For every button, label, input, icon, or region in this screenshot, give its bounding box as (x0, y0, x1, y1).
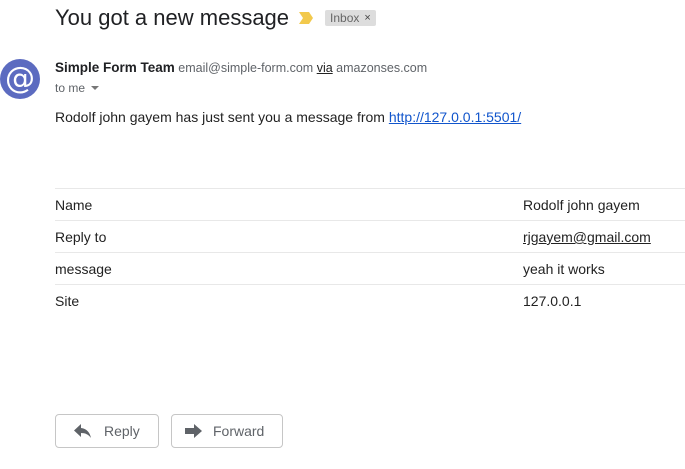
remove-label-button[interactable]: × (364, 12, 370, 24)
chevron-down-icon (91, 86, 100, 90)
sender-name: Simple Form Team (55, 60, 175, 75)
field-label: Name (55, 197, 93, 213)
intro-link[interactable]: http://127.0.0.1:5501/ (389, 109, 521, 125)
form-fields-table: Name Rodolf john gayem Reply to rjgayem@… (55, 188, 685, 316)
reply-label: Reply (104, 423, 140, 439)
sender-row: Simple Form Team email@simple-form.com v… (55, 60, 427, 75)
field-label: message (55, 261, 112, 277)
table-row: Name Rodolf john gayem (55, 189, 685, 221)
via-link[interactable]: via (317, 61, 333, 75)
field-value: yeah it works (523, 261, 605, 277)
avatar: @ (0, 59, 40, 99)
subject-row: You got a new message Inbox × (55, 3, 376, 33)
reply-to-email-link[interactable]: rjgayem@gmail.com (523, 229, 651, 245)
email-intro: Rodolf john gayem has just sent you a me… (55, 109, 521, 125)
intro-text: Rodolf john gayem has just sent you a me… (55, 109, 389, 125)
label-chip-text: Inbox (330, 11, 360, 25)
table-row: Reply to rjgayem@gmail.com (55, 221, 685, 253)
field-value: 127.0.0.1 (523, 293, 582, 309)
recipient-label: to me (55, 81, 86, 95)
table-row: message yeah it works (55, 253, 685, 285)
field-label: Reply to (55, 229, 107, 245)
recipient-details-toggle[interactable]: to me (55, 81, 100, 95)
forward-button[interactable]: Forward (171, 414, 283, 448)
reply-arrow-icon (74, 424, 91, 438)
field-value: Rodolf john gayem (523, 197, 640, 213)
inbox-label-chip: Inbox × (325, 10, 376, 26)
field-label: Site (55, 293, 80, 309)
importance-marker-icon[interactable] (299, 12, 314, 24)
email-subject: You got a new message (55, 5, 290, 30)
sender-email: email@simple-form.com (178, 61, 314, 75)
reply-button[interactable]: Reply (55, 414, 159, 448)
email-view: You got a new message Inbox × @ Simple F… (0, 0, 685, 469)
via-domain: amazonses.com (336, 61, 428, 75)
forward-arrow-icon (185, 424, 202, 438)
forward-label: Forward (213, 423, 265, 439)
avatar-glyph: @ (5, 61, 35, 96)
table-row: Site 127.0.0.1 (55, 285, 685, 316)
